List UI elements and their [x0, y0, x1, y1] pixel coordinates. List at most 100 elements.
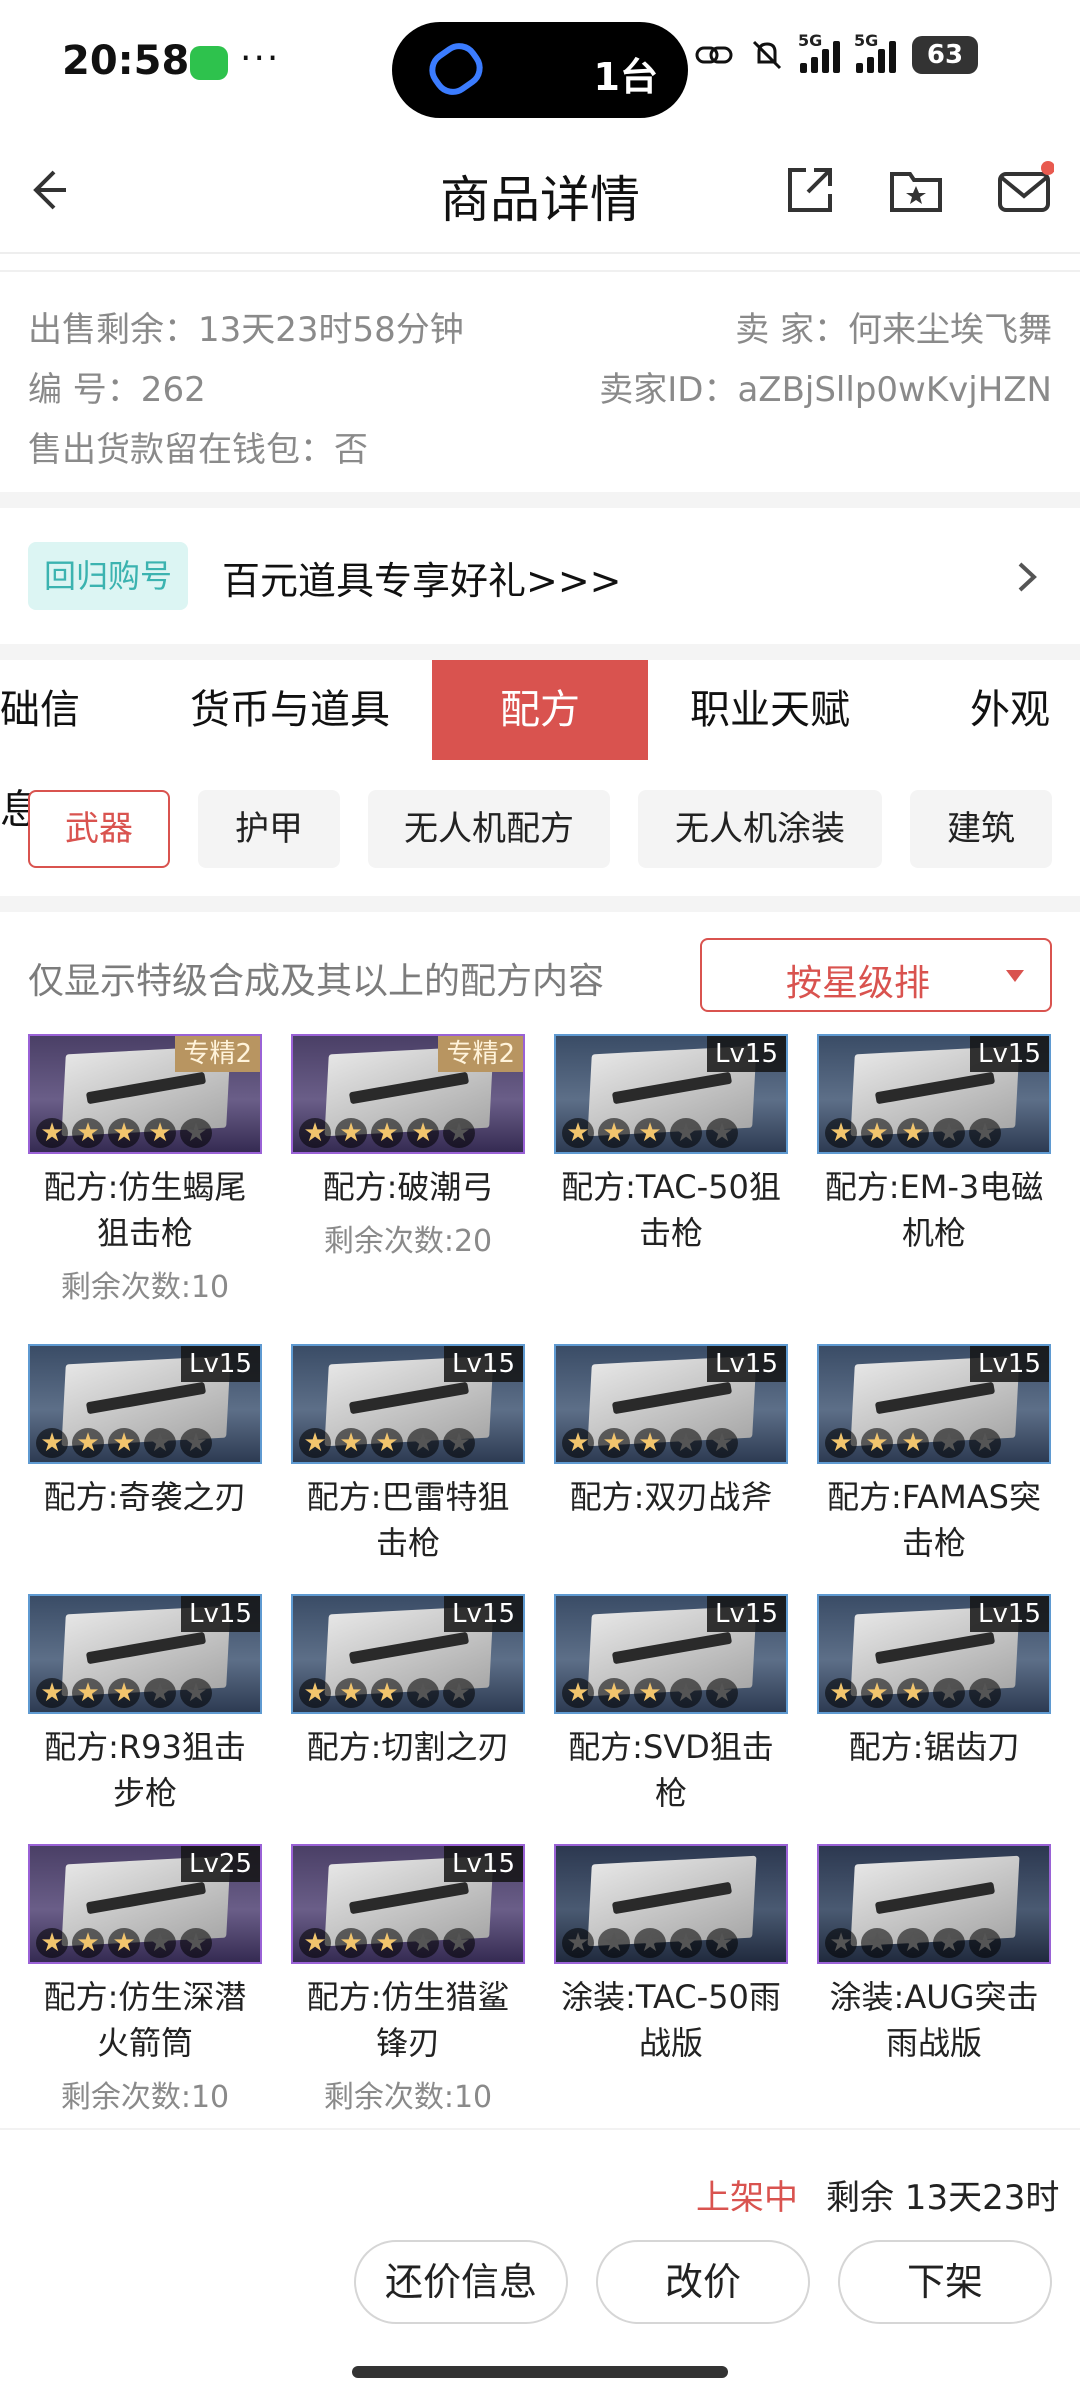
- star-rating: ★ ★ ★ ★ ★: [825, 1928, 1001, 1958]
- recipe-name: 配方:SVD狙击枪: [554, 1724, 788, 1816]
- recipe-thumbnail: Lv15 ★ ★ ★ ★ ★: [291, 1344, 525, 1464]
- star-icon: ★: [562, 1928, 594, 1958]
- star-icon: ★: [407, 1928, 439, 1958]
- recipe-thumbnail: 专精2 ★ ★ ★ ★ ★: [291, 1034, 525, 1154]
- share-icon[interactable]: [780, 160, 840, 220]
- recipe-name-line1: 配方:仿生深潜: [43, 1978, 247, 2016]
- recipe-name: 配方:锯齿刀: [817, 1724, 1051, 1770]
- delist-button[interactable]: 下架: [838, 2240, 1052, 2324]
- star-icon: ★: [36, 1118, 68, 1148]
- star-icon: ★: [299, 1928, 331, 1958]
- star-rating: ★ ★ ★ ★ ★: [36, 1118, 212, 1148]
- level-badge: Lv15: [181, 1346, 260, 1382]
- star-icon: ★: [144, 1428, 176, 1458]
- recipe-name: 配方:仿生蝎尾 狙击枪: [28, 1164, 262, 1256]
- chip-buildings[interactable]: 建筑: [910, 790, 1052, 868]
- star-icon: ★: [144, 1928, 176, 1958]
- star-icon: ★: [335, 1928, 367, 1958]
- star-icon: ★: [407, 1428, 439, 1458]
- recipe-thumbnail: Lv15 ★ ★ ★ ★ ★: [291, 1844, 525, 1964]
- star-rating: ★ ★ ★ ★ ★: [825, 1428, 1001, 1458]
- subcategory-chips: 武器 护甲 无人机配方 无人机涂装 建筑: [0, 790, 1080, 870]
- level-badge: Lv15: [707, 1036, 786, 1072]
- remaining-uses: 剩余次数:10: [60, 2080, 230, 2115]
- star-icon: ★: [861, 1428, 893, 1458]
- tab-appearance[interactable]: 外观: [940, 660, 1080, 760]
- home-indicator[interactable]: [352, 2366, 728, 2378]
- link-icon: [421, 35, 491, 103]
- star-rating: ★ ★ ★ ★ ★: [562, 1428, 738, 1458]
- star-icon: ★: [72, 1118, 104, 1148]
- promo-banner[interactable]: 回归购号 百元道具专享好礼>>>: [0, 508, 1080, 644]
- star-icon: ★: [443, 1428, 475, 1458]
- recipe-thumbnail: Lv15 ★ ★ ★ ★ ★: [291, 1594, 525, 1714]
- star-icon: ★: [407, 1118, 439, 1148]
- star-icon: ★: [706, 1428, 738, 1458]
- star-icon: ★: [897, 1118, 929, 1148]
- bottom-action-bar: 上架中 剩余 13天23时 还价信息 改价 下架: [0, 2128, 1080, 2400]
- tab-talents[interactable]: 职业天赋: [672, 660, 868, 760]
- chevron-right-icon: [1018, 562, 1037, 592]
- dynamic-island[interactable]: 1台: [392, 22, 688, 118]
- star-icon: ★: [335, 1678, 367, 1708]
- top-app-bar: 商品详情: [0, 130, 1080, 254]
- recipe-name-line2: 步枪: [112, 1774, 177, 1812]
- seller-id: 卖家ID：aZBjSllp0wKvjHZN: [599, 370, 1052, 410]
- star-icon: ★: [36, 1428, 68, 1458]
- status-icons: 5G 5G 63: [694, 31, 978, 74]
- recipe-name-line2: 战版: [638, 2024, 703, 2062]
- star-icon: ★: [144, 1118, 176, 1148]
- counter-offer-button[interactable]: 还价信息: [354, 2240, 568, 2324]
- recipe-name: 配方:奇袭之刃: [28, 1474, 262, 1520]
- chip-drone-recipes[interactable]: 无人机配方: [368, 790, 610, 868]
- signal-icon: 5G: [798, 31, 840, 73]
- tab-basic-info[interactable]: 础信息: [0, 660, 106, 833]
- remaining-uses: 剩余次数:10: [60, 1270, 230, 1305]
- status-time: 20:58: [62, 38, 190, 84]
- star-icon: ★: [108, 1428, 140, 1458]
- level-badge: Lv25: [181, 1846, 260, 1882]
- star-icon: ★: [299, 1428, 331, 1458]
- mail-icon[interactable]: [994, 160, 1054, 220]
- chip-weapons[interactable]: 武器: [28, 790, 170, 868]
- chip-drone-skins[interactable]: 无人机涂装: [638, 790, 882, 868]
- divider: [0, 896, 1080, 912]
- recipe-name: 配方:R93狙击 步枪: [28, 1724, 262, 1816]
- star-icon: ★: [443, 1678, 475, 1708]
- sort-dropdown[interactable]: 按星级排: [700, 938, 1052, 1012]
- chip-armor[interactable]: 护甲: [198, 790, 340, 868]
- promo-text: 百元道具专享好礼>>>: [222, 559, 622, 603]
- signal-icon-2: 5G: [854, 31, 896, 73]
- star-icon: ★: [969, 1928, 1001, 1958]
- star-rating: ★ ★ ★ ★ ★: [36, 1428, 212, 1458]
- star-icon: ★: [371, 1928, 403, 1958]
- change-price-button[interactable]: 改价: [596, 2240, 810, 2324]
- recipe-name-line1: 配方:锯齿刀: [848, 1728, 1020, 1766]
- recipe-name-line2: 击枪: [901, 1524, 966, 1562]
- star-rating: ★ ★ ★ ★ ★: [562, 1928, 738, 1958]
- recipe-name-line1: 配方:SVD狙击: [568, 1728, 774, 1766]
- star-icon: ★: [933, 1428, 965, 1458]
- star-icon: ★: [897, 1678, 929, 1708]
- star-icon: ★: [299, 1678, 331, 1708]
- star-icon: ★: [443, 1928, 475, 1958]
- star-icon: ★: [108, 1678, 140, 1708]
- tab-recipes[interactable]: 配方: [432, 660, 648, 760]
- remaining-uses: 剩余次数:10: [323, 2080, 493, 2115]
- favorite-folder-icon[interactable]: [886, 160, 946, 220]
- star-icon: ★: [371, 1678, 403, 1708]
- recipe-name-line1: 涂装:AUG突击: [829, 1978, 1039, 2016]
- recipe-thumbnail: Lv15 ★ ★ ★ ★ ★: [817, 1034, 1051, 1154]
- recipe-name-line2: 雨战版: [885, 2024, 982, 2062]
- recipe-name: 配方:FAMAS突 击枪: [817, 1474, 1051, 1566]
- tab-currency-items[interactable]: 货币与道具: [170, 660, 410, 760]
- more-notifications-icon: ···: [240, 38, 281, 79]
- star-icon: ★: [634, 1428, 666, 1458]
- recipe-thumbnail: ★ ★ ★ ★ ★: [817, 1844, 1051, 1964]
- star-icon: ★: [180, 1928, 212, 1958]
- recipe-thumbnail: Lv15 ★ ★ ★ ★ ★: [554, 1344, 788, 1464]
- recipe-thumbnail: 专精2 ★ ★ ★ ★ ★: [28, 1034, 262, 1154]
- recipe-name: 配方:双刃战斧: [554, 1474, 788, 1520]
- seller-name: 卖 家：何来尘埃飞舞: [735, 310, 1052, 350]
- level-badge: Lv15: [707, 1596, 786, 1632]
